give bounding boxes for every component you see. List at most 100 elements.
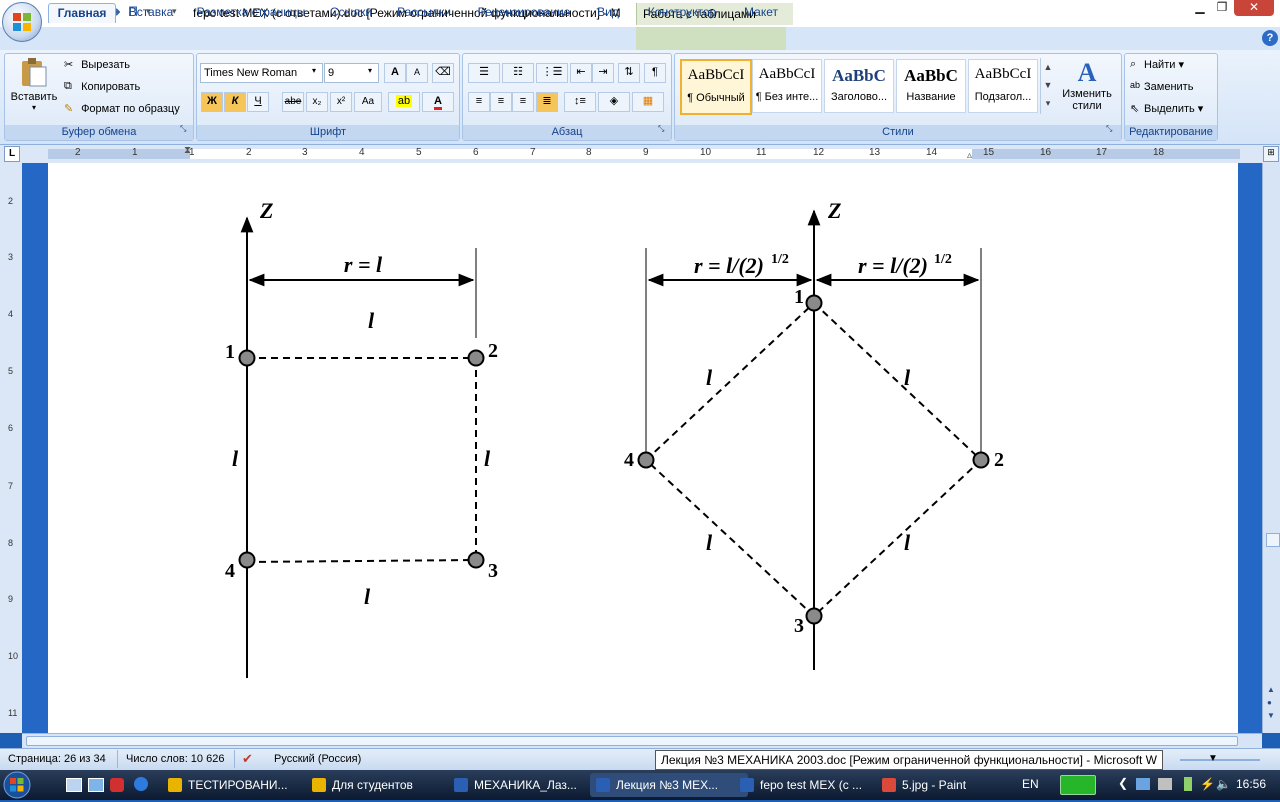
style-title[interactable]: AaBbC Название bbox=[896, 59, 966, 113]
styles-launcher-icon[interactable]: ⤡ bbox=[1106, 124, 1112, 134]
show-marks-button[interactable]: ¶ bbox=[644, 63, 666, 83]
bullets-button[interactable]: ☰ bbox=[468, 63, 500, 83]
style-heading[interactable]: AaBbC Заголово... bbox=[824, 59, 894, 113]
borders-button[interactable]: ▦ bbox=[632, 92, 664, 112]
tab-mailings[interactable]: Рассылки bbox=[392, 3, 456, 22]
style-normal[interactable]: AaBbCcI ¶ Обычный bbox=[680, 59, 752, 115]
left-edge-label-bottom: l bbox=[364, 584, 371, 609]
sort-button[interactable]: ⇅ bbox=[618, 63, 640, 83]
clear-format-button[interactable]: ⌫ bbox=[432, 63, 454, 83]
align-right-button[interactable]: ≡ bbox=[512, 92, 534, 112]
task-fepo-test-doc[interactable]: fepo test MEX (с ... bbox=[734, 773, 892, 797]
vertical-scrollbar[interactable]: ▲ ● ▼ bbox=[1262, 163, 1280, 733]
superscript-button[interactable]: x² bbox=[330, 92, 352, 112]
font-color-button[interactable]: A bbox=[422, 92, 454, 112]
tab-references[interactable]: Ссылки bbox=[322, 3, 380, 22]
horizontal-scrollbar[interactable] bbox=[22, 733, 1262, 748]
word-count[interactable]: Число слов: 10 626 bbox=[126, 753, 224, 765]
align-left-button[interactable]: ≡ bbox=[468, 92, 490, 112]
decrease-indent-button[interactable]: ⇤ bbox=[570, 63, 592, 83]
tab-view[interactable]: Вид bbox=[590, 3, 626, 22]
tab-selector-icon[interactable]: L bbox=[4, 146, 20, 162]
hscroll-thumb[interactable] bbox=[26, 736, 1238, 746]
view-ruler-button[interactable]: ⊞ bbox=[1263, 146, 1279, 162]
align-left-icon: ≡ bbox=[475, 95, 483, 107]
replace-button[interactable]: ab Заменить bbox=[1130, 80, 1193, 94]
copy-button[interactable]: ⧉ Копировать bbox=[64, 80, 140, 94]
quick-launch-media-icon[interactable] bbox=[110, 778, 124, 792]
underline-button[interactable]: Ч bbox=[247, 92, 269, 112]
multilevel-list-button[interactable]: ⋮☰ bbox=[536, 63, 568, 83]
line-spacing-button[interactable]: ↕≡ bbox=[564, 92, 596, 112]
clock[interactable]: 16:56 bbox=[1236, 777, 1266, 791]
page-counter[interactable]: Страница: 26 из 34 bbox=[8, 753, 106, 765]
tray-expand-icon[interactable]: ❮ bbox=[1118, 776, 1128, 790]
right-indent-marker-icon[interactable]: ▵ bbox=[967, 150, 977, 161]
task-testing-folder[interactable]: ТЕСТИРОВАНИ... bbox=[162, 773, 320, 797]
spellcheck-icon[interactable]: ✔ bbox=[242, 751, 253, 767]
help-icon[interactable]: ? bbox=[1262, 30, 1278, 46]
select-button[interactable]: ⇖ Выделить ▾ bbox=[1130, 102, 1203, 116]
shading-button[interactable]: ◈ bbox=[598, 92, 630, 112]
italic-button[interactable]: К bbox=[224, 92, 246, 112]
change-styles-button[interactable]: A Изменить стили bbox=[1058, 58, 1116, 118]
tab-design[interactable]: Конструктор bbox=[640, 3, 724, 22]
tab-review[interactable]: Рецензирование bbox=[470, 3, 578, 22]
style-subtitle[interactable]: AaBbCcI Подзагол... bbox=[968, 59, 1038, 113]
increase-indent-button[interactable]: ⇥ bbox=[592, 63, 614, 83]
tab-layout[interactable]: Макет bbox=[734, 3, 788, 22]
cut-button[interactable]: ✂ Вырезать bbox=[64, 58, 130, 72]
tab-insert[interactable]: Вставка bbox=[122, 3, 180, 22]
change-case-button[interactable]: Aa bbox=[354, 92, 382, 112]
tray-device-icon[interactable] bbox=[1158, 778, 1172, 790]
numbering-button[interactable]: ☷ bbox=[502, 63, 534, 83]
highlight-button[interactable]: ab bbox=[388, 92, 420, 112]
shrink-font-button[interactable]: A bbox=[406, 63, 428, 83]
justify-button[interactable]: ≣ bbox=[536, 92, 558, 112]
task-students-folder[interactable]: Для студентов bbox=[306, 773, 456, 797]
style-preview: AaBbCcI bbox=[758, 66, 816, 82]
paragraph-launcher-icon[interactable]: ⤡ bbox=[658, 124, 664, 134]
tray-app-icon[interactable] bbox=[1060, 775, 1096, 795]
font-name-dropdown-icon[interactable]: ▾ bbox=[312, 66, 316, 75]
bold-button[interactable]: Ж bbox=[201, 92, 223, 112]
office-button[interactable] bbox=[2, 2, 42, 42]
language-bar[interactable]: EN bbox=[1022, 777, 1039, 791]
strikethrough-button[interactable]: abe bbox=[282, 92, 304, 112]
show-desktop-icon[interactable] bbox=[66, 778, 82, 792]
right-edge-label-12: l bbox=[904, 365, 911, 390]
tab-home[interactable]: Главная bbox=[48, 3, 116, 23]
style-no-spacing[interactable]: AaBbCcI ¶ Без инте... bbox=[752, 59, 822, 113]
quick-launch-explorer-icon[interactable] bbox=[88, 778, 104, 792]
grow-font-button[interactable]: A bbox=[384, 63, 406, 83]
clipboard-launcher-icon[interactable]: ⤡ bbox=[180, 124, 186, 134]
font-name-combo[interactable]: Times New Roman bbox=[200, 63, 323, 83]
tray-volume-icon[interactable]: 🔈 bbox=[1216, 777, 1231, 791]
format-painter-button[interactable]: ✎ Формат по образцу bbox=[64, 102, 180, 116]
vscroll-thumb[interactable] bbox=[1266, 533, 1280, 547]
find-button[interactable]: ⌕ Найти ▾ bbox=[1130, 58, 1184, 72]
paste-button[interactable]: Вставить ▾ bbox=[10, 56, 58, 120]
quick-launch-browser-icon[interactable] bbox=[134, 777, 148, 791]
task-paint[interactable]: 5.jpg - Paint bbox=[876, 773, 1012, 797]
bullet-list-icon: ☰ bbox=[479, 66, 489, 78]
close-button[interactable]: ✕ bbox=[1234, 0, 1274, 16]
zoom-thumb-icon[interactable]: ▼ bbox=[1208, 753, 1218, 764]
task-lecture-doc[interactable]: Лекция №3 МЕХ... bbox=[590, 773, 748, 797]
subscript-button[interactable]: x₂ bbox=[306, 92, 328, 112]
maximize-button[interactable]: ❐ bbox=[1208, 0, 1236, 16]
language-indicator[interactable]: Русский (Россия) bbox=[274, 753, 361, 765]
task-mechanics-doc[interactable]: МЕХАНИКА_Лаз... bbox=[448, 773, 606, 797]
font-size-dropdown-icon[interactable]: ▾ bbox=[368, 66, 372, 75]
tray-battery-icon[interactable] bbox=[1184, 777, 1192, 791]
start-button[interactable] bbox=[2, 771, 52, 799]
tray-power-icon[interactable]: ⚡ bbox=[1200, 777, 1215, 791]
ruler-tick-label: 2 bbox=[75, 147, 81, 158]
tray-network-icon[interactable] bbox=[1136, 778, 1150, 790]
vertical-ruler[interactable] bbox=[0, 163, 23, 733]
tab-page-layout[interactable]: Разметка страницы bbox=[192, 3, 310, 22]
align-center-button[interactable]: ≡ bbox=[490, 92, 512, 112]
zoom-slider[interactable] bbox=[1180, 759, 1260, 761]
styles-scroll[interactable]: ▲ ▼ ▾ bbox=[1040, 58, 1055, 114]
browse-buttons[interactable]: ▲ ● ▼ bbox=[1267, 683, 1275, 722]
